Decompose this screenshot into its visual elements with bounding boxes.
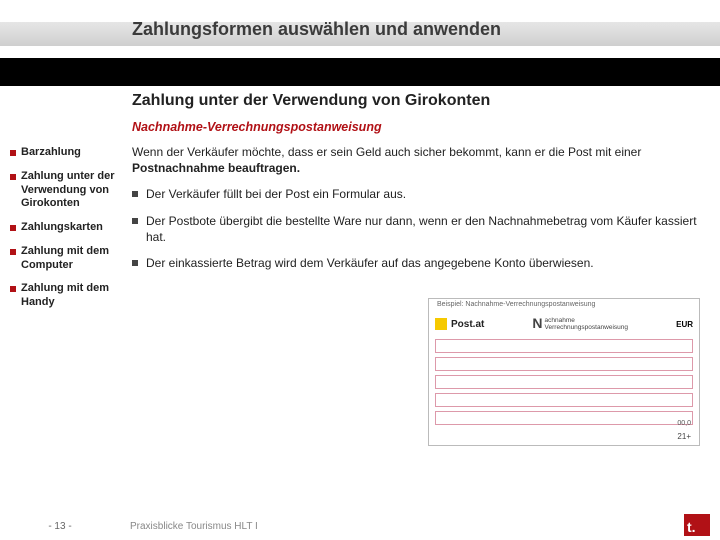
nav-item: Zahlungs­karten [10, 221, 120, 235]
black-band [0, 58, 720, 86]
form-total: 00,0 [677, 420, 691, 427]
slide-title: Zahlungsformen auswählen und anwenden [0, 19, 501, 40]
form-row [435, 375, 693, 389]
form-row [435, 411, 693, 425]
form-row [435, 357, 693, 371]
bullet-icon [10, 249, 16, 255]
bullet-text: Der Verkäufer füllt bei der Post ein For… [146, 186, 406, 202]
nav-label: Zahlungs­karten [21, 221, 103, 235]
intro-text: Wenn der Verkäufer möchte, dass er sein … [132, 145, 641, 159]
form-row [435, 339, 693, 353]
nav-label: Zahlung mit dem Handy [21, 282, 120, 310]
form-type-text: achnahme Verrechnungspostanweisung [545, 317, 628, 331]
currency: EUR [676, 320, 693, 329]
intro-paragraph: Wenn der Verkäufer möchte, dass er sein … [132, 144, 700, 176]
list-item: Der einkassierte Betrag wird dem Verkäuf… [132, 255, 700, 271]
publisher-logo: t. [684, 514, 710, 536]
bullet-icon [10, 174, 16, 180]
content: Zahlung unter der Verwendung von Girokon… [132, 92, 700, 281]
nav-item: Zahlung mit dem Computer [10, 245, 120, 273]
big-n: N [532, 316, 542, 331]
title-band: Zahlungsformen auswählen und anwenden [0, 0, 720, 58]
post-square-icon [435, 318, 447, 330]
nav-label: Zahlung unter der Ver­wendung von Giroko… [21, 170, 120, 211]
intro-strong: Postnachnahme beauftragen. [132, 161, 300, 175]
footer: - 13 - Praxisblicke Tourismus HLT I t. [0, 512, 720, 540]
form-bottom: 21+ [677, 432, 691, 441]
bullet-icon [132, 191, 138, 197]
nav-item: Zahlung unter der Ver­wendung von Giroko… [10, 170, 120, 211]
nav-item: Barzahlung [10, 146, 120, 160]
nav-label: Zahlung mit dem Computer [21, 245, 120, 273]
list-item: Der Verkäufer füllt bei der Post ein For… [132, 186, 700, 202]
form-illustration: Beispiel: Nachnahme-Verrechnungspostanwe… [428, 298, 700, 446]
footer-course: Praxisblicke Tourismus HLT I [120, 521, 258, 532]
post-brand: Post.at [451, 319, 484, 330]
bullet-icon [10, 286, 16, 292]
post-logo: Post.at [435, 318, 484, 330]
page-number: - 13 - [0, 521, 120, 532]
sidebar: Barzahlung Zahlung unter der Ver­wendung… [10, 146, 120, 320]
form-caption: Beispiel: Nachnahme-Verrechnungspostanwe… [437, 301, 595, 308]
content-subheading: Nachnahme-Verrechnungspostanweisung [132, 120, 700, 134]
form-row [435, 393, 693, 407]
nav-item: Zahlung mit dem Handy [10, 282, 120, 310]
form-type: Nachnahme Verrechnungspostanweisung [532, 316, 628, 331]
bullet-icon [132, 260, 138, 266]
bullet-icon [132, 218, 138, 224]
bullet-text: Der einkassierte Betrag wird dem Verkäuf… [146, 255, 594, 271]
nav-label: Barzahlung [21, 146, 81, 160]
bullet-text: Der Postbote übergibt die bestellte Ware… [146, 213, 700, 245]
bullet-icon [10, 150, 16, 156]
bullet-list: Der Verkäufer füllt bei der Post ein For… [132, 186, 700, 271]
content-heading: Zahlung unter der Verwendung von Girokon… [132, 92, 700, 110]
list-item: Der Postbote übergibt die bestellte Ware… [132, 213, 700, 245]
bullet-icon [10, 225, 16, 231]
